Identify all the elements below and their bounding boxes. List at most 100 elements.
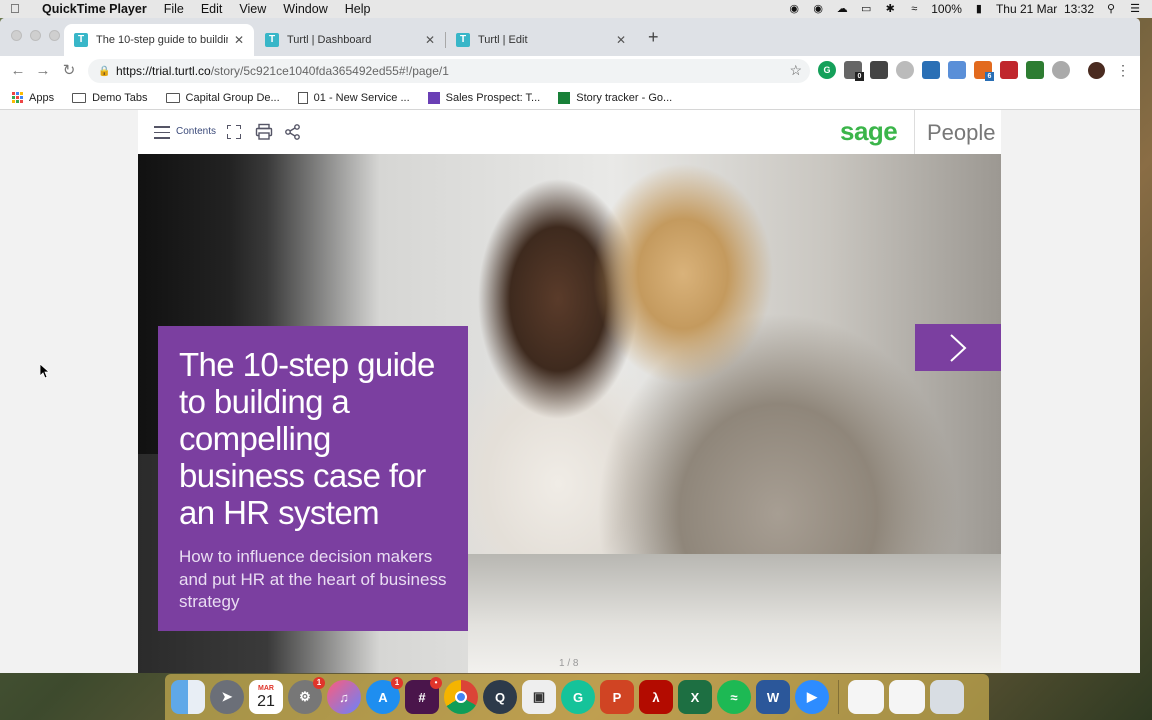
excel-icon[interactable]: X <box>678 680 712 714</box>
contents-button[interactable]: Contents <box>176 126 216 137</box>
story-header: Contents sage People <box>138 110 1001 154</box>
menu-edit[interactable]: Edit <box>201 2 223 16</box>
screenshot-icon[interactable]: ▣ <box>522 680 556 714</box>
itunes-icon[interactable]: ♫ <box>327 680 361 714</box>
trash-icon[interactable] <box>930 680 964 714</box>
chevron-right-icon <box>950 334 967 362</box>
story-title: The 10-step guide to building a compelli… <box>179 346 435 531</box>
tab-dashboard[interactable]: T Turtl | Dashboard ✕ <box>255 24 446 56</box>
bookmark-capital-group[interactable]: Capital Group De... <box>165 91 280 104</box>
bookmark-label: 01 - New Service ... <box>313 91 410 104</box>
app-menu-quicktime[interactable]: QuickTime Player <box>42 2 147 16</box>
grammarly-icon[interactable]: G <box>561 680 595 714</box>
acrobat-icon[interactable]: λ <box>639 680 673 714</box>
extension-icon[interactable] <box>948 61 966 79</box>
hamburger-menu-icon[interactable] <box>154 126 170 139</box>
calendar-icon[interactable]: MAR 21 <box>249 680 283 714</box>
tab-title: Turtl | Dashboard <box>287 34 372 46</box>
extension-icon[interactable]: 6 <box>974 61 994 81</box>
tab-title: The 10-step guide to building a <box>96 34 228 46</box>
calendar-month: MAR <box>258 684 274 692</box>
tab-edit[interactable]: T Turtl | Edit ✕ <box>446 24 636 56</box>
bookmark-sales-prospect[interactable]: Sales Prospect: T... <box>427 91 540 104</box>
turtl-story: Contents sage People 1 / 8 The 10-step g… <box>138 110 1001 673</box>
profile-avatar[interactable] <box>1088 62 1105 79</box>
clock[interactable]: Thu 21 Mar 13:32 <box>996 2 1094 16</box>
quicktime-icon[interactable]: Q <box>483 680 517 714</box>
extension-icon[interactable] <box>1052 61 1070 79</box>
spotify-icon[interactable]: ≈ <box>717 680 751 714</box>
menu-help[interactable]: Help <box>345 2 371 16</box>
zoom-icon[interactable]: ▶ <box>795 680 829 714</box>
bookmark-new-service[interactable]: 01 - New Service ... <box>297 91 410 104</box>
search-extension-icon[interactable] <box>922 61 940 79</box>
notification-badge: 1 <box>391 677 403 689</box>
zoom-window-button[interactable] <box>49 30 60 41</box>
bookmark-apps[interactable]: Apps <box>12 92 54 104</box>
extensions-bar: G 0 6 <box>818 61 1070 81</box>
close-tab-icon[interactable]: ✕ <box>234 33 244 47</box>
slack-icon[interactable]: # • <box>405 677 442 714</box>
extension-icon[interactable] <box>870 61 888 79</box>
bookmark-story-tracker[interactable]: Story tracker - Go... <box>558 91 673 104</box>
bookmark-label: Capital Group De... <box>185 91 280 104</box>
tab-story[interactable]: T The 10-step guide to building a ✕ <box>64 24 254 56</box>
print-icon[interactable] <box>255 123 273 141</box>
extension-icon[interactable] <box>896 61 914 79</box>
people-logo: People <box>927 120 996 145</box>
mouse-cursor <box>39 363 51 384</box>
bookmark-demo-tabs[interactable]: Demo Tabs <box>72 92 148 104</box>
bookmark-label: Story tracker - Go... <box>576 91 673 104</box>
extension-icon[interactable]: 0 <box>844 61 864 81</box>
minimized-window-icon[interactable] <box>889 680 925 714</box>
chrome-center <box>455 691 467 703</box>
address-bar[interactable]: 🔒 https://trial.turtl.co/story/5c921ce10… <box>88 59 810 83</box>
powerpoint-icon[interactable]: P <box>600 680 634 714</box>
reload-icon[interactable]: ↻ <box>59 61 79 81</box>
fullscreen-icon[interactable] <box>226 124 242 140</box>
grammarly-extension-icon[interactable]: G <box>818 61 836 79</box>
notification-center-icon[interactable]: ☰ <box>1128 3 1142 15</box>
close-tab-icon[interactable]: ✕ <box>425 33 435 47</box>
close-window-button[interactable] <box>11 30 22 41</box>
pdf-extension-icon[interactable] <box>1000 61 1018 79</box>
menu-window[interactable]: Window <box>283 2 327 16</box>
next-page-button[interactable] <box>915 324 1001 371</box>
record-icon[interactable]: ◉ <box>787 3 801 15</box>
spotlight-search-icon[interactable]: ⚲ <box>1104 3 1118 15</box>
menu-file[interactable]: File <box>164 2 184 16</box>
bookmark-star-icon[interactable]: ☆ <box>789 62 802 79</box>
apple-menu-icon[interactable]:  <box>10 2 24 16</box>
turtl-favicon-icon: T <box>74 33 88 47</box>
share-icon[interactable] <box>284 123 302 141</box>
airplay-icon[interactable]: ▭ <box>859 3 873 15</box>
launchpad-icon[interactable]: ➤ <box>210 680 244 714</box>
system-preferences-icon[interactable]: ⚙ 1 <box>288 677 325 714</box>
browser-toolbar: ← → ↻ 🔒 https://trial.turtl.co/story/5c9… <box>0 56 1140 86</box>
battery-icon[interactable]: ▮ <box>972 3 986 15</box>
extension-icon[interactable] <box>1026 61 1044 79</box>
desk-photo-element <box>468 554 1001 673</box>
sheets-icon <box>558 91 571 104</box>
back-arrow-icon[interactable]: ← <box>8 61 28 81</box>
chrome-icon[interactable] <box>444 680 478 714</box>
screen-share-icon[interactable]: ◉ <box>811 3 825 15</box>
app-store-icon[interactable]: A1 <box>366 677 403 714</box>
close-tab-icon[interactable]: ✕ <box>616 33 626 47</box>
minimize-window-button[interactable] <box>30 30 41 41</box>
cloud-icon[interactable]: ☁ <box>835 3 849 15</box>
wifi-icon[interactable]: ≈ <box>907 3 921 15</box>
minimized-window-icon[interactable] <box>848 680 884 714</box>
lock-icon[interactable]: 🔒 <box>98 66 112 77</box>
finder-icon[interactable] <box>171 680 205 714</box>
page-viewport: Contents sage People 1 / 8 The 10-step g… <box>0 110 1140 673</box>
bluetooth-icon[interactable]: ✱ <box>883 3 897 15</box>
word-icon[interactable]: W <box>756 680 790 714</box>
new-tab-button[interactable]: + <box>648 28 659 46</box>
turtl-favicon-icon: T <box>456 33 470 47</box>
menu-view[interactable]: View <box>239 2 266 16</box>
story-subtitle: How to influence decision makers and put… <box>179 547 447 611</box>
turtl-favicon-icon: T <box>265 33 279 47</box>
forward-arrow-icon[interactable]: → <box>33 61 53 81</box>
browser-menu-icon[interactable]: ⋮ <box>1116 61 1130 79</box>
